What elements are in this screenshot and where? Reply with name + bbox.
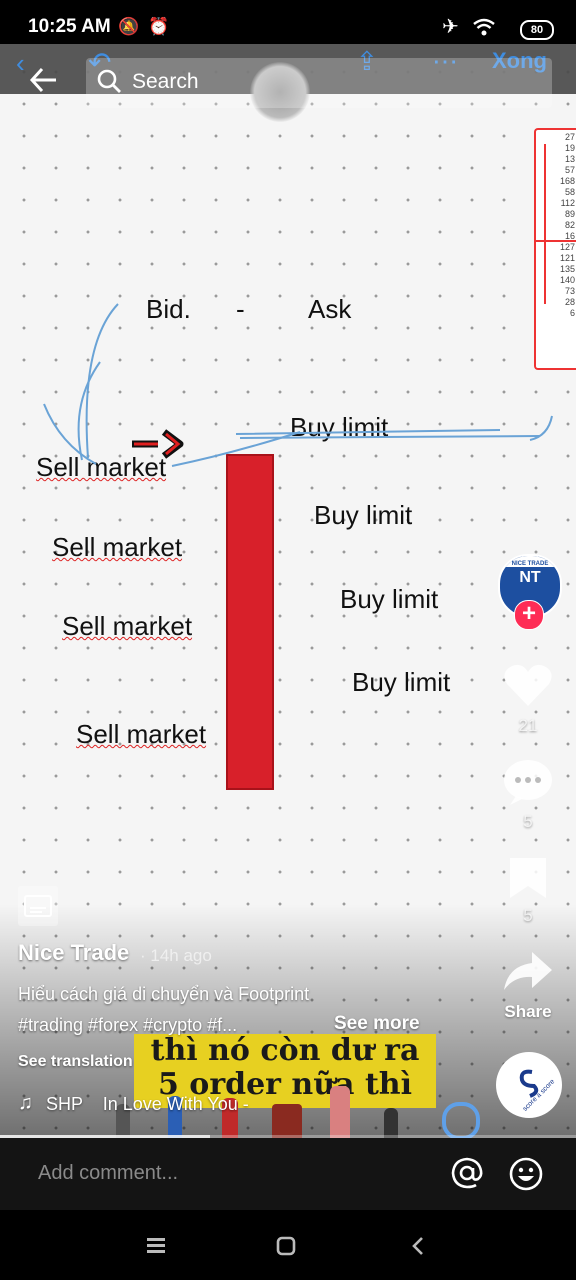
- system-navigation-bar: [0, 1210, 576, 1280]
- search-icon: [96, 68, 121, 93]
- video-player[interactable]: ‹ ↶ ⇪ ⋯ Xong 27 19 13 57 168 58 112 89 82 16 127 12…: [0, 44, 576, 1138]
- lasso-icon: [384, 1108, 398, 1138]
- recent-apps-button[interactable]: [146, 1236, 166, 1259]
- like-button[interactable]: [502, 662, 554, 713]
- eraser-icon: [330, 1086, 350, 1138]
- comment-input[interactable]: Add comment...: [38, 1162, 178, 1185]
- music-note-icon: ♫: [18, 1092, 33, 1114]
- see-more-link[interactable]: See more: [334, 1013, 420, 1035]
- share-button[interactable]: [502, 950, 554, 999]
- post-description: Hiểu cách giá di chuyển và Footprint: [18, 984, 310, 1004]
- avatar-initials: NT: [519, 569, 541, 586]
- caption-line: thì nó còn dư ra: [150, 1033, 420, 1068]
- score-badge[interactable]: score a score: [496, 1052, 562, 1118]
- back-button[interactable]: [28, 64, 64, 100]
- post-hashtags[interactable]: #trading #forex #crypto #f...: [18, 1015, 237, 1036]
- comment-count: 5: [523, 812, 533, 831]
- save-count: 5: [523, 906, 533, 925]
- system-back-button[interactable]: [410, 1236, 426, 1261]
- color-picker-icon: [442, 1102, 480, 1138]
- home-button[interactable]: [276, 1236, 296, 1261]
- mute-icon: 🔕: [118, 17, 140, 36]
- captions-toggle-button[interactable]: [18, 886, 58, 926]
- search-placeholder: Search: [132, 70, 199, 93]
- save-button[interactable]: [508, 856, 548, 905]
- follow-button[interactable]: +: [514, 600, 544, 630]
- like-count: 21: [518, 716, 538, 735]
- battery-indicator: 80: [520, 20, 554, 40]
- share-label: Share: [504, 1002, 552, 1021]
- subtitles-icon: [24, 895, 52, 917]
- emoji-icon[interactable]: [508, 1156, 544, 1197]
- drawing-strokes: [43, 303, 553, 467]
- post-time: · 14h ago: [140, 946, 212, 965]
- comment-bar: Add comment...: [0, 1138, 576, 1210]
- comment-button[interactable]: [502, 758, 554, 811]
- author-name[interactable]: Nice Trade: [18, 940, 129, 966]
- mention-icon[interactable]: [450, 1156, 484, 1195]
- see-translation-link[interactable]: See translation: [18, 1053, 133, 1071]
- status-time: 10:25 AM: [28, 16, 111, 37]
- alarm-icon: ⏰: [148, 17, 170, 36]
- airplane-icon: ✈: [442, 16, 459, 38]
- music-ticker[interactable]: SHP In Love With You -: [46, 1094, 286, 1115]
- wifi-icon: [472, 17, 496, 42]
